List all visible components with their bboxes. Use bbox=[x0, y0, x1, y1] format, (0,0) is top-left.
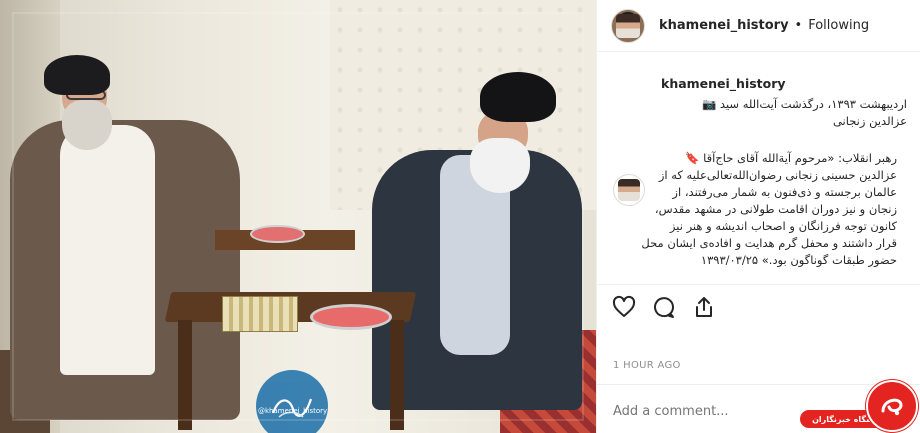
header-separator: • bbox=[794, 18, 803, 33]
person-right-turban bbox=[480, 72, 556, 122]
comment-line: زنجان و نیز دوران اقامت طولانی در مشهد م… bbox=[654, 202, 897, 216]
caption-line: اردیبهشت ۱۳۹۳، درگذشت آیت‌الله سید 📷 bbox=[701, 97, 907, 111]
comment-bubble-icon bbox=[654, 297, 675, 318]
person-left-garment bbox=[60, 125, 155, 375]
heart-icon bbox=[612, 295, 636, 317]
table-leg bbox=[390, 320, 404, 430]
post-header: khamenei_history • Following bbox=[597, 0, 920, 52]
comment-button[interactable] bbox=[651, 294, 677, 320]
caption-text: اردیبهشت ۱۳۹۳، درگذشت آیت‌الله سید 📷 عزا… bbox=[637, 96, 907, 130]
header-username[interactable]: khamenei_history bbox=[659, 18, 789, 33]
action-bar bbox=[611, 294, 717, 320]
comment-text: رهبر انقلاب: «مرحوم آیة‌الله آقای حاج‌آق… bbox=[627, 150, 897, 269]
post-timestamp[interactable]: 1 HOUR AGO bbox=[613, 360, 681, 371]
watermark-logo bbox=[256, 370, 328, 433]
like-button[interactable] bbox=[611, 294, 637, 320]
fruit-plate-back bbox=[250, 225, 305, 243]
comment-line: عالمان برجسته و ذی‌فنون به شمار می‌رفتند… bbox=[672, 185, 897, 199]
brand-logo bbox=[866, 380, 918, 432]
brand-logo-icon bbox=[881, 398, 903, 416]
caption-block: khamenei_history bbox=[613, 76, 913, 91]
post-side-panel: khamenei_history • Following khamenei_hi… bbox=[596, 0, 920, 433]
post-photo[interactable]: @khamenei_history bbox=[0, 0, 596, 433]
comment-line: قرار داشتند و محفل گرم هدایت و افاده‌ی ا… bbox=[641, 236, 897, 250]
avatar-image bbox=[616, 13, 640, 38]
tissue-box bbox=[222, 296, 298, 332]
share-button[interactable] bbox=[691, 294, 717, 320]
fruit-plate bbox=[310, 304, 392, 330]
table-leg bbox=[178, 320, 192, 430]
person-left-beard bbox=[62, 100, 112, 150]
comment-line: کانون توجه فرزانگان و اصحاب اندیشه و هنر… bbox=[669, 219, 897, 233]
caption-line: عزالدین زنجانی bbox=[832, 114, 907, 128]
brand-badge: باشگاه خبرنگاران bbox=[800, 380, 920, 433]
watermark-handle: @khamenei_history bbox=[258, 407, 328, 415]
share-icon bbox=[696, 297, 712, 317]
person-left-turban bbox=[44, 55, 110, 95]
comment-line: عزالدین حسینی زنجانی رضوان‌الله‌تعالی‌عل… bbox=[658, 168, 897, 182]
comment-line: حضور طبقات گوناگون بود.» ۱۳۹۳/۰۳/۲۵ bbox=[700, 253, 897, 267]
person-right-beard bbox=[470, 138, 530, 193]
divider bbox=[597, 284, 920, 285]
caption-username[interactable]: khamenei_history bbox=[661, 76, 913, 91]
comment-line: رهبر انقلاب: «مرحوم آیة‌الله آقای حاج‌آق… bbox=[685, 151, 897, 165]
calligraphy-icon bbox=[271, 398, 313, 418]
following-button[interactable]: Following bbox=[808, 18, 869, 33]
avatar[interactable] bbox=[611, 8, 645, 43]
